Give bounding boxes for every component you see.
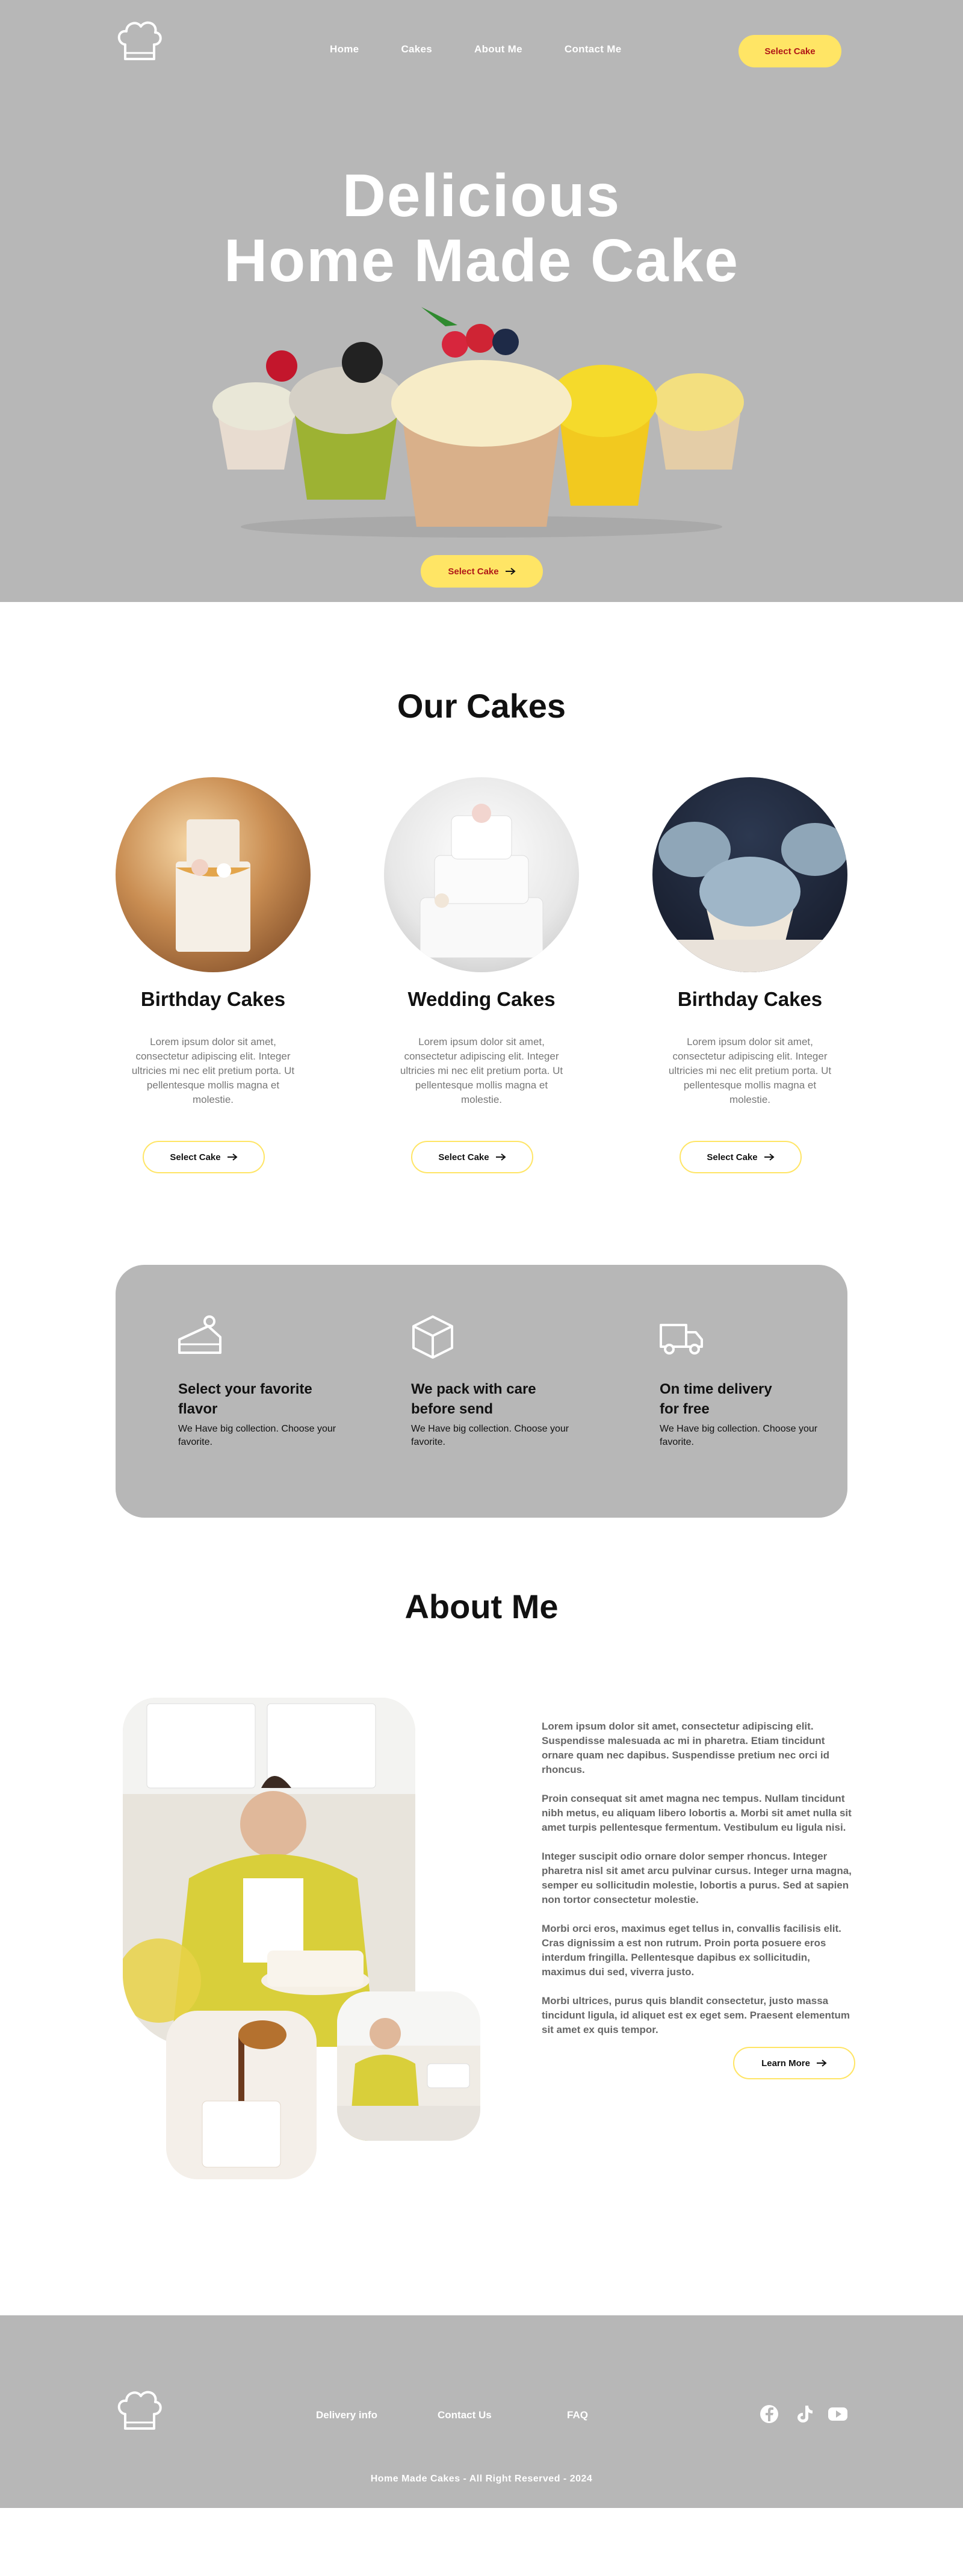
copyright: Home Made Cakes - All Right Reserved - 2… [370,2474,593,2484]
baker-photo-cake [166,2011,317,2179]
feature-text-2: We Have big collection. Choose your favo… [411,1424,569,1447]
cake-name-3: Birthday Cakes [677,988,823,1010]
learn-more-label: Learn More [761,2058,810,2069]
arrow-right-icon [505,568,516,575]
about-paragraph-4: Morbi orci eros, maximus eget tellus in,… [542,1923,841,1978]
arrow-right-icon [227,1153,238,1161]
nav-cakes[interactable]: Cakes [401,43,432,55]
nav-contact-me[interactable]: Contact Me [565,43,622,55]
cake-desc-2: Lorem ipsum dolor sit amet, consectetur … [400,1036,563,1105]
hero-title-line1: Delicious [342,162,621,229]
cake-name-2: Wedding Cakes [407,988,556,1010]
nav-home[interactable]: Home [330,43,359,55]
nav-about-me[interactable]: About Me [474,43,522,55]
youtube-icon[interactable] [827,2403,849,2425]
main-nav: Home Cakes About Me Contact Me [330,43,622,55]
about-paragraph-5: Morbi ultrices, purus quis blandit conse… [542,1995,850,2035]
about-paragraph-2: Proin consequat sit amet magna nec tempu… [542,1793,852,1833]
chef-hat-icon[interactable] [114,2388,164,2435]
hero-section: Home Cakes About Me Contact Me Select Ca… [0,0,963,602]
feature-text-3: We Have big collection. Choose your favo… [660,1424,818,1447]
tiktok-icon[interactable] [793,2403,815,2425]
facebook-icon[interactable] [758,2403,780,2425]
feature-title-2a: We pack with care [411,1381,536,1397]
select-cake-hero-button[interactable]: Select Cake [421,555,543,588]
select-cake-hero-label: Select Cake [448,566,499,577]
cake-slice-icon [178,1315,221,1354]
select-cake-button-1[interactable]: Select Cake [143,1141,265,1173]
select-cake-label-1: Select Cake [170,1152,221,1162]
feature-text-1: We Have big collection. Choose your favo… [178,1424,336,1447]
feature-title-3: On time delivery for free [660,1379,840,1419]
box-icon [412,1315,453,1359]
our-cakes-title: Our Cakes [397,687,566,725]
learn-more-button[interactable]: Learn More [733,2047,855,2079]
hero-title-line2: Home Made Cake [223,227,740,294]
feature-title-3b: for free [660,1401,710,1417]
arrow-right-icon [816,2059,827,2067]
arrow-right-icon [495,1153,506,1161]
feature-title-2: We pack with care before send [411,1379,592,1419]
footer-link-faq[interactable]: FAQ [567,2409,588,2421]
delivery-truck-icon [660,1324,703,1355]
select-cake-label-2: Select Cake [438,1152,489,1162]
select-cake-label-3: Select Cake [707,1152,758,1162]
feature-title-1a: Select your favorite [178,1381,312,1397]
about-title: About Me [404,1587,559,1625]
feature-title-1: Select your favorite flavor [178,1379,359,1419]
cupcakes-photo [212,307,744,538]
feature-title-1b: flavor [178,1401,218,1417]
feature-title-3a: On time delivery [660,1381,772,1397]
about-paragraph-3: Integer suscipit odio ornare dolor sempe… [542,1851,852,1905]
footer-link-delivery-info[interactable]: Delivery info [316,2409,377,2421]
cupcakes-blue-photo [652,777,847,972]
chef-hat-icon[interactable] [114,18,164,65]
select-cake-header-button[interactable]: Select Cake [739,35,841,67]
about-paragraph-1: Lorem ipsum dolor sit amet, consectetur … [542,1721,830,1775]
cake-name-1: Birthday Cakes [140,988,286,1010]
baker-photo-small [337,1991,480,2141]
features-panel: Select your favorite flavor We pack with… [116,1265,847,1518]
select-cake-header-label: Select Cake [764,46,816,57]
footer: Delivery info Contact Us FAQ Home Made C… [0,2315,963,2508]
footer-link-contact-us[interactable]: Contact Us [438,2409,492,2421]
select-cake-button-2[interactable]: Select Cake [411,1141,533,1173]
cake-desc-3: Lorem ipsum dolor sit amet, consectetur … [668,1036,832,1105]
cake-desc-1: Lorem ipsum dolor sit amet, consectetur … [131,1036,295,1105]
feature-title-2b: before send [411,1401,494,1417]
arrow-right-icon [764,1153,775,1161]
wedding-cake-photo [384,777,579,972]
about-text: Lorem ipsum dolor sit amet, consectetur … [542,1719,855,2052]
select-cake-button-3[interactable]: Select Cake [680,1141,802,1173]
birthday-cake-photo [116,777,311,972]
